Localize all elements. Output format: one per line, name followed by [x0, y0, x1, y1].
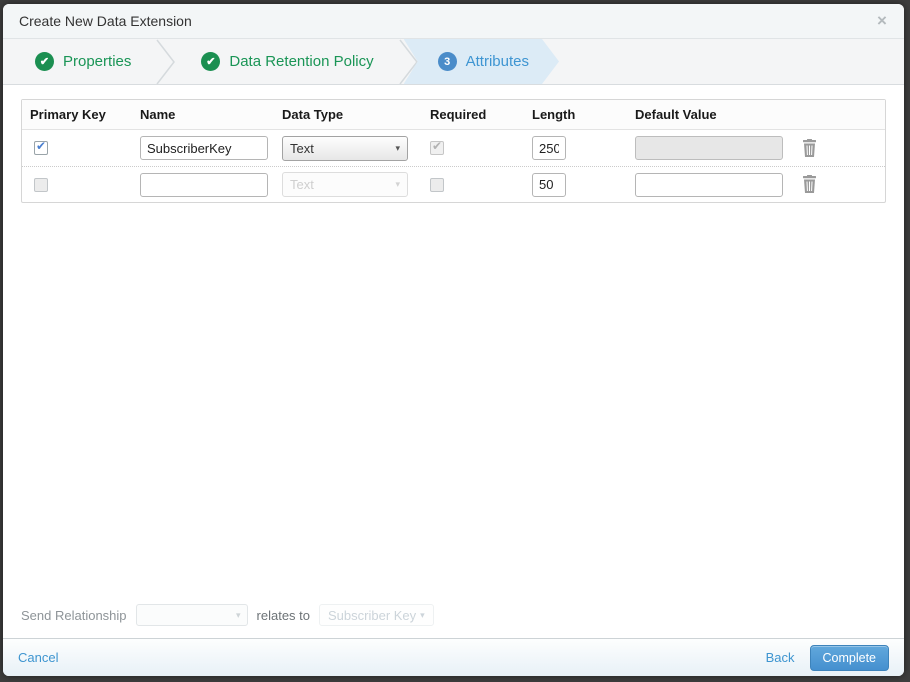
caret-down-icon: ▾	[236, 609, 241, 620]
cancel-link[interactable]: Cancel	[18, 650, 58, 665]
default-value-input[interactable]	[635, 172, 783, 197]
attribute-name-input[interactable]	[140, 172, 268, 197]
send-relationship-label: Send Relationship	[21, 607, 127, 623]
primary-key-checkbox[interactable]	[34, 139, 48, 155]
close-icon[interactable]: ×	[872, 11, 892, 31]
col-header-required: Required	[430, 107, 487, 122]
trash-icon[interactable]	[801, 175, 818, 194]
attribute-name-input[interactable]	[140, 136, 268, 160]
length-input[interactable]	[532, 172, 566, 197]
send-relationship-row: Send Relationship ▾ relates to Subscribe…	[21, 602, 886, 628]
col-header-primary-key: Primary Key	[30, 107, 106, 122]
subscriber-key-value: Subscriber Key	[328, 607, 417, 623]
required-checkbox	[430, 139, 444, 155]
step-label: Data Retention Policy	[229, 53, 374, 70]
caret-down-icon: ▾	[420, 609, 425, 620]
table-header-row: Primary Key Name Data Type Required Leng…	[22, 100, 885, 130]
col-header-data-type: Data Type	[282, 107, 344, 122]
back-link[interactable]: Back	[766, 650, 795, 665]
subscriber-key-select: Subscriber Key ▾	[319, 604, 434, 626]
modal-titlebar: Create New Data Extension ×	[3, 4, 904, 39]
step-label: Attributes	[465, 53, 529, 70]
default-value-input	[635, 136, 783, 160]
relates-to-label: relates to	[256, 607, 311, 623]
step-number-badge: 3	[438, 52, 457, 71]
caret-down-icon: ▾	[395, 179, 400, 189]
create-data-extension-modal: Create New Data Extension × ✔ Properties…	[3, 4, 904, 676]
table-row: Text ▾	[22, 166, 885, 202]
step-properties[interactable]: ✔ Properties	[11, 39, 155, 84]
step-attributes[interactable]: 3 Attributes	[404, 39, 559, 84]
send-relationship-select: ▾	[135, 604, 248, 626]
modal-content: Primary Key Name Data Type Required Leng…	[3, 85, 904, 638]
data-type-select: Text ▾	[282, 172, 408, 197]
required-checkbox[interactable]	[430, 177, 444, 192]
complete-button[interactable]: Complete	[809, 644, 889, 671]
col-header-length: Length	[532, 107, 576, 122]
caret-down-icon: ▾	[395, 142, 400, 153]
data-type-value: Text	[290, 177, 314, 192]
check-icon: ✔	[35, 52, 54, 71]
check-icon: ✔	[201, 52, 221, 71]
col-header-default-value: Default Value	[635, 107, 717, 122]
chevron-separator-icon	[155, 39, 177, 84]
attributes-table: Primary Key Name Data Type Required Leng…	[21, 99, 886, 203]
col-header-name: Name	[140, 107, 176, 122]
wizard-stepbar: ✔ Properties ✔ Data Retention Policy 3 A…	[3, 39, 904, 85]
data-type-select[interactable]: Text ▾	[282, 135, 408, 161]
step-label: Properties	[63, 53, 132, 70]
length-input[interactable]	[532, 136, 566, 160]
modal-footer: Cancel Back Complete	[3, 638, 904, 676]
primary-key-checkbox[interactable]	[34, 177, 48, 192]
trash-icon[interactable]	[801, 138, 818, 158]
step-data-retention-policy[interactable]: ✔ Data Retention Policy	[177, 39, 397, 84]
table-row: Text ▾	[22, 130, 885, 166]
modal-title: Create New Data Extension	[19, 13, 192, 29]
data-type-value: Text	[290, 140, 314, 156]
